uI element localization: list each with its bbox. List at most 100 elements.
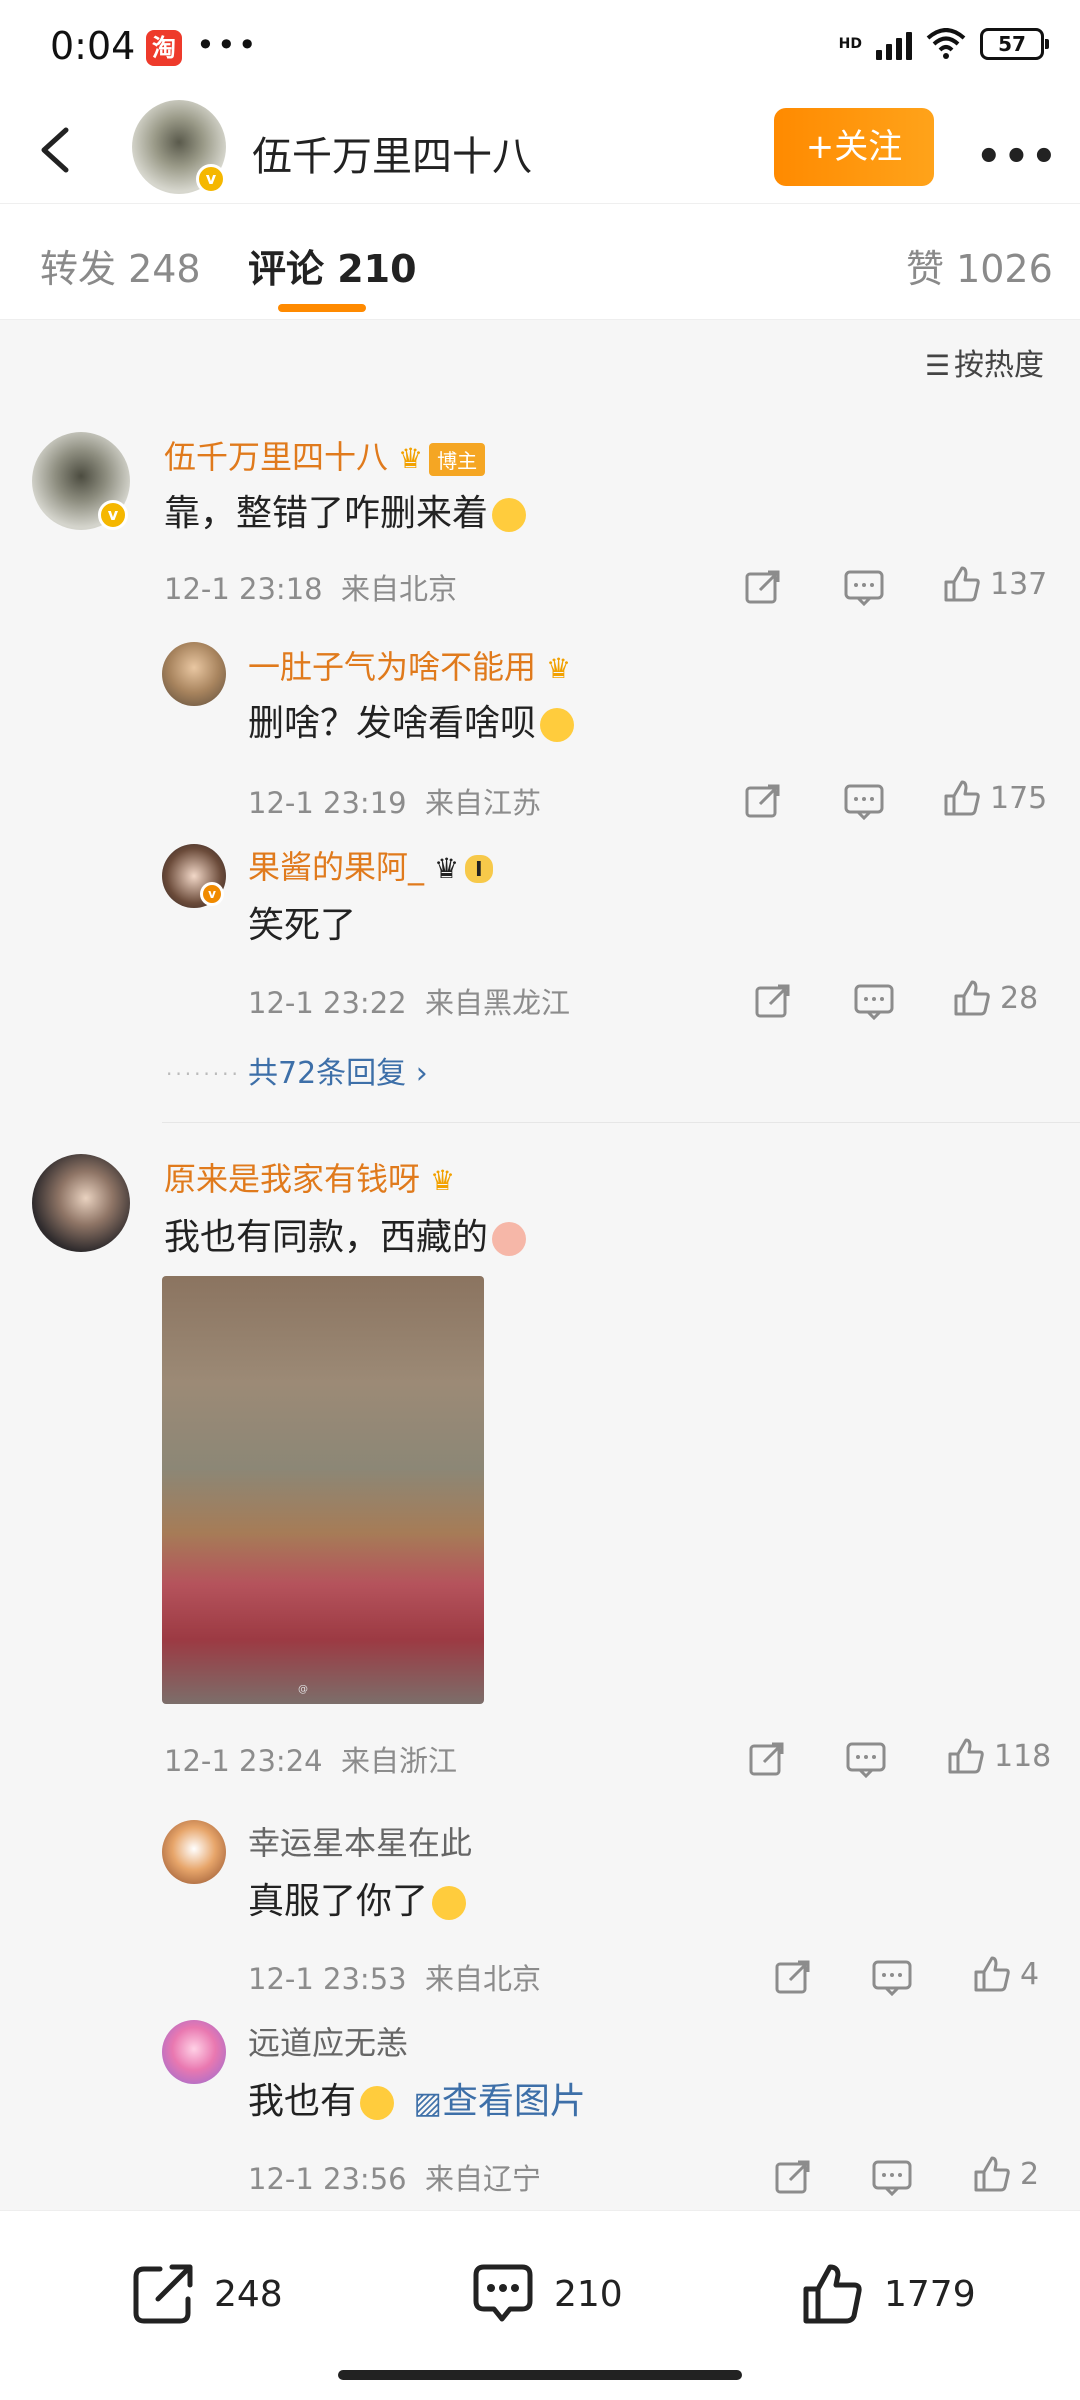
- comment-time: 12-1 23:18: [164, 572, 323, 606]
- status-right: HD 57: [838, 28, 1049, 60]
- comment-like[interactable]: 137: [942, 564, 1047, 604]
- reply-text: 我也有 ▨查看图片: [248, 2072, 586, 2124]
- thumbs-up-icon: [974, 2156, 1010, 2192]
- taobao-app-icon: 淘: [146, 30, 182, 66]
- reply-avatar[interactable]: [162, 642, 226, 706]
- laughing-emoji-icon: [540, 708, 575, 742]
- like-button[interactable]: 1779: [800, 2261, 976, 2327]
- photo-watermark: @: [298, 1684, 308, 1695]
- verified-icon: v: [98, 500, 128, 530]
- comment-location: 来自浙江: [341, 1744, 458, 1778]
- comment-author[interactable]: 原来是我家有钱呀 ♛: [164, 1154, 455, 1200]
- verified-icon: v: [196, 164, 226, 194]
- top-header: v 伍千万里四十八 +关注 •••: [0, 96, 1080, 204]
- reply-author-name: 一肚子气为啥不能用: [248, 648, 537, 686]
- comment-text: 我也有同款，西藏的: [164, 1208, 527, 1260]
- like-count: 175: [990, 780, 1048, 816]
- reply-location: 来自江苏: [425, 786, 542, 820]
- view-image-label: 查看图片: [441, 2081, 586, 2122]
- crown-icon: ♛: [434, 852, 460, 885]
- hd-label: HD: [838, 36, 862, 52]
- comment-text-content: 靠，整错了咋删来着: [164, 493, 489, 534]
- author-name[interactable]: 伍千万里四十八: [252, 124, 532, 182]
- comment-icon: [473, 2264, 533, 2322]
- reply-like[interactable]: 2: [972, 2154, 1039, 2194]
- tab-repost[interactable]: 转发 248: [40, 238, 201, 293]
- sort-label: 按热度: [954, 348, 1044, 383]
- share-icon[interactable]: [774, 2158, 812, 2196]
- reply-meta: 12-1 23:56 来自辽宁: [248, 2156, 541, 2198]
- comment-meta: 12-1 23:24 来自浙江: [164, 1738, 457, 1780]
- reply-author[interactable]: 幸运星本星在此: [248, 1818, 472, 1864]
- thumbs-up-icon: [954, 980, 990, 1016]
- reply-icon[interactable]: [854, 984, 894, 1020]
- active-tab-indicator: [278, 304, 366, 312]
- dots-separator: ········: [166, 1062, 241, 1086]
- reply-text: 删啥？发啥看啥呗: [248, 694, 575, 746]
- comment-author[interactable]: 伍千万里四十八 ♛ 博主: [164, 432, 486, 478]
- view-image-link[interactable]: ▨查看图片: [413, 2081, 585, 2122]
- like-count: 4: [1020, 1956, 1040, 1992]
- reply-location: 来自辽宁: [425, 2162, 542, 2196]
- like-count: 1779: [884, 2273, 976, 2315]
- reply-icon[interactable]: [844, 784, 884, 820]
- back-icon[interactable]: [36, 126, 76, 174]
- reply-author[interactable]: 远道应无恙: [248, 2018, 408, 2064]
- comment-time: 12-1 23:24: [164, 1744, 323, 1778]
- crown-icon: ♛: [398, 442, 424, 475]
- comment-button[interactable]: 210: [470, 2261, 623, 2327]
- reply-time: 12-1 23:19: [248, 786, 407, 820]
- repost-button[interactable]: 248: [130, 2261, 283, 2327]
- more-options-icon[interactable]: •••: [976, 134, 1059, 180]
- like-count: 137: [990, 566, 1048, 602]
- reply-icon[interactable]: [872, 1960, 912, 1996]
- thumbs-up-icon: [974, 1956, 1010, 1992]
- verified-icon: v: [200, 882, 224, 906]
- reply-like[interactable]: 4: [972, 1954, 1039, 1994]
- sort-button[interactable]: ☰ 按热度: [925, 340, 1044, 384]
- follow-button[interactable]: +关注: [774, 108, 934, 186]
- home-indicator[interactable]: [338, 2370, 742, 2380]
- battery-icon: 57: [980, 28, 1049, 60]
- comment-meta: 12-1 23:18 来自北京: [164, 566, 457, 608]
- level-badge: I: [465, 855, 493, 883]
- reply-icon[interactable]: [872, 2160, 912, 2196]
- tab-comments[interactable]: 评论 210: [248, 238, 417, 293]
- reply-icon[interactable]: [846, 1742, 886, 1778]
- comment-avatar[interactable]: [32, 1154, 130, 1252]
- reply-author[interactable]: 果酱的果阿_ ♛ I: [248, 842, 493, 888]
- reply-like[interactable]: 28: [952, 978, 1038, 1018]
- status-time: 0:04: [50, 24, 136, 68]
- signal-icon: [876, 28, 912, 60]
- reply-location: 来自黑龙江: [425, 986, 571, 1020]
- reply-like[interactable]: 175: [942, 778, 1047, 818]
- more-replies-link[interactable]: 共72条回复 ›: [248, 1048, 428, 1092]
- laughing-emoji-icon: [360, 2086, 395, 2120]
- share-icon: [133, 2264, 193, 2324]
- thumbs-up-icon: [948, 1738, 984, 1774]
- tab-likes[interactable]: 赞 1026: [906, 238, 1053, 293]
- reply-icon[interactable]: [844, 570, 884, 606]
- share-icon[interactable]: [774, 1958, 812, 1996]
- smirk-emoji-icon: [492, 498, 527, 532]
- share-icon[interactable]: [748, 1740, 786, 1778]
- share-icon[interactable]: [744, 568, 782, 606]
- comment-like[interactable]: 118: [946, 1736, 1051, 1776]
- reply-time: 12-1 23:56: [248, 2162, 407, 2196]
- reply-avatar[interactable]: [162, 2020, 226, 2084]
- thumbs-up-icon: [944, 780, 980, 816]
- reply-time: 12-1 23:53: [248, 1962, 407, 1996]
- comment-author-name: 原来是我家有钱呀: [164, 1160, 421, 1198]
- like-count: 2: [1020, 2156, 1040, 2192]
- comment-photo[interactable]: @: [162, 1276, 484, 1704]
- reply-text-content: 我也有: [248, 2081, 357, 2122]
- thumbs-up-icon: [803, 2264, 862, 2324]
- share-icon[interactable]: [754, 982, 792, 1020]
- reply-text: 笑死了: [248, 905, 357, 946]
- chevron-right-icon: ›: [415, 1056, 428, 1091]
- reply-meta: 12-1 23:19 来自江苏: [248, 780, 541, 822]
- reply-avatar[interactable]: [162, 1820, 226, 1884]
- reply-author[interactable]: 一肚子气为啥不能用 ♛: [248, 642, 571, 688]
- repost-count: 248: [214, 2273, 283, 2315]
- share-icon[interactable]: [744, 782, 782, 820]
